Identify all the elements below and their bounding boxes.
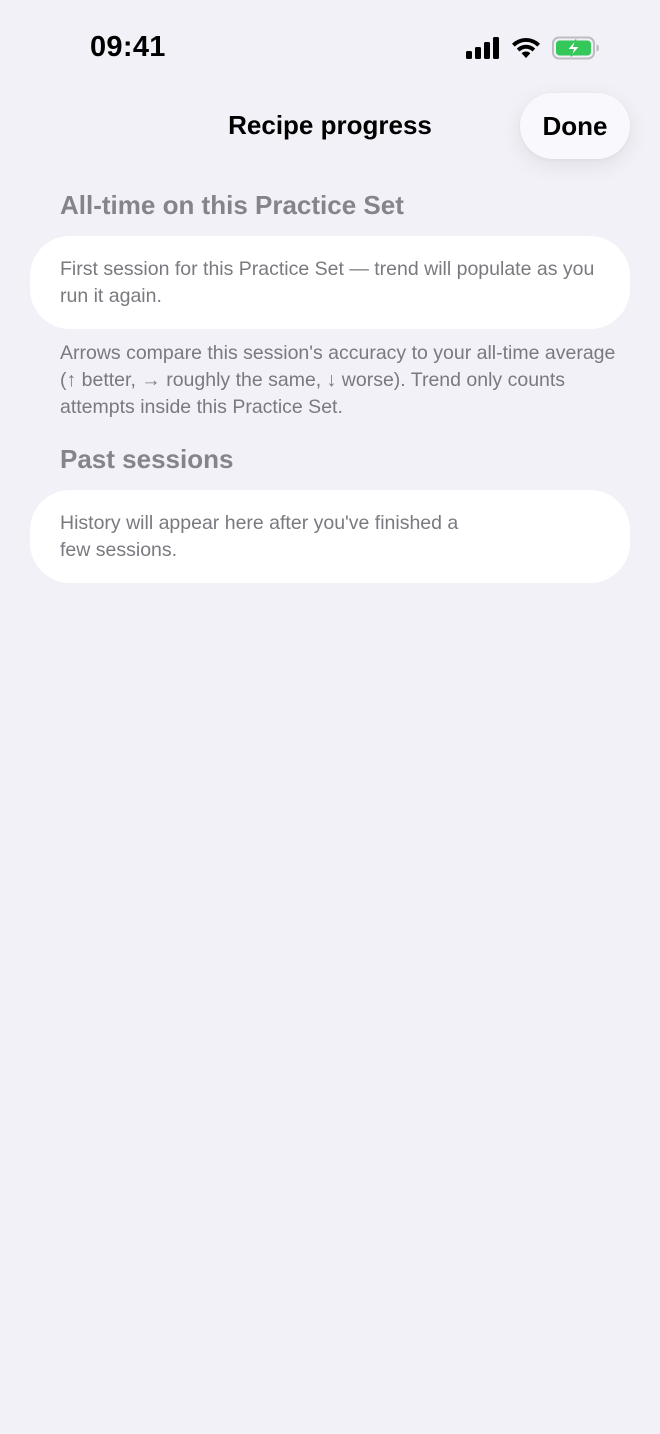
cellular-signal-icon: [466, 37, 500, 59]
wifi-icon: [511, 37, 541, 59]
past-sessions-card-text: History will appear here after you've fi…: [60, 512, 459, 561]
all-time-card-text: First session for this Practice Set — tr…: [60, 258, 595, 307]
all-time-footer-note: Arrows compare this session's accuracy t…: [60, 342, 616, 418]
status-icons: [466, 36, 600, 60]
section-header-past-sessions: Past sessions: [60, 444, 234, 474]
past-sessions-card: History will appear here after you've fi…: [30, 490, 630, 583]
all-time-card: First session for this Practice Set — tr…: [30, 236, 630, 329]
battery-charging-icon: [552, 36, 600, 60]
done-button[interactable]: Done: [520, 93, 630, 159]
status-time: 09:41: [90, 31, 166, 63]
section-header-all-time: All-time on this Practice Set: [60, 190, 404, 220]
status-bar: 09:41: [0, 0, 660, 96]
